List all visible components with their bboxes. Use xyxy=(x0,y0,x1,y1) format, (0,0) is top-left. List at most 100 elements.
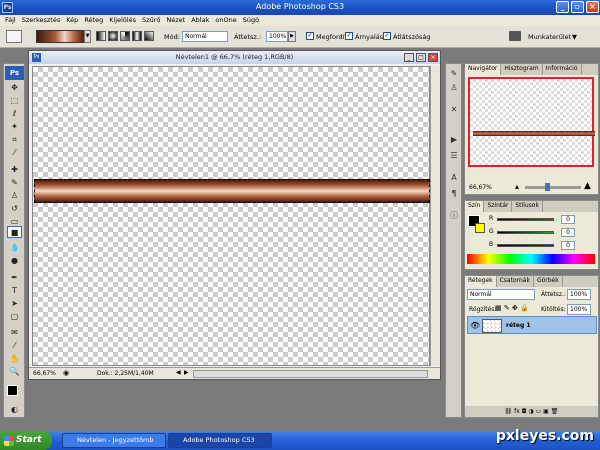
tab-layers[interactable]: Rétegek xyxy=(465,276,497,287)
history-brush-tool-icon[interactable]: ↺ xyxy=(7,203,22,215)
minimize-button[interactable]: _ xyxy=(556,1,569,13)
layer-name[interactable]: réteg 1 xyxy=(506,322,531,329)
opacity-slider-arrow-icon[interactable]: ▶ xyxy=(288,31,296,42)
lasso-tool-icon[interactable]: ℓ xyxy=(7,108,22,120)
tool-presets-panel-icon[interactable]: ✕ xyxy=(448,104,460,116)
eyedropper-sample-tool-icon[interactable]: ⁄ xyxy=(7,340,22,352)
document-maximize-button[interactable]: □ xyxy=(416,53,426,62)
navigator-zoom[interactable]: 66,67% xyxy=(469,184,492,191)
menu-window[interactable]: Ablak xyxy=(188,15,212,26)
close-button[interactable]: × xyxy=(586,1,599,13)
document-close-button[interactable]: × xyxy=(428,53,438,62)
brushes-panel-icon[interactable]: ✎ xyxy=(448,68,460,80)
history-panel-icon[interactable]: ☰ xyxy=(448,150,460,162)
zoom-tool-icon[interactable]: 🔍 xyxy=(7,366,22,378)
workspace-dropdown-icon[interactable]: ▼ xyxy=(572,33,577,41)
b-slider[interactable] xyxy=(497,244,554,247)
menu-edit[interactable]: Szerkesztés xyxy=(19,15,63,26)
menu-image[interactable]: Kép xyxy=(63,15,81,26)
tab-navigator[interactable]: Navigátor xyxy=(465,64,502,75)
marquee-tool-icon[interactable]: ⬚ xyxy=(7,95,22,107)
menu-layer[interactable]: Réteg xyxy=(81,15,106,26)
move-tool-icon[interactable]: ✥ xyxy=(7,82,22,94)
dodge-tool-icon[interactable]: ● xyxy=(7,255,22,267)
layer-opacity-field[interactable]: 100% xyxy=(567,289,591,300)
path-selection-tool-icon[interactable]: ➤ xyxy=(7,298,22,310)
type-tool-icon[interactable]: T xyxy=(7,285,22,297)
tab-styles[interactable]: Stílusok xyxy=(512,201,543,212)
b-value[interactable]: 0 xyxy=(561,241,575,250)
radial-gradient-button[interactable] xyxy=(108,31,118,41)
layer-style-icon[interactable]: fx xyxy=(514,408,520,415)
color-spectrum-bar[interactable] xyxy=(467,254,595,264)
color-background-swatch[interactable] xyxy=(475,223,485,233)
crop-tool-icon[interactable]: ⌗ xyxy=(7,134,22,146)
link-layers-icon[interactable]: ⛓ xyxy=(505,408,513,415)
status-info-icon[interactable]: ◉ xyxy=(63,369,69,377)
angle-gradient-button[interactable] xyxy=(120,31,130,41)
eyedropper-tool-icon[interactable]: ⁄ xyxy=(7,147,22,159)
menu-view[interactable]: Nézet xyxy=(163,15,188,26)
clone-source-panel-icon[interactable]: ♙ xyxy=(448,82,460,94)
tab-channels[interactable]: Csatornák xyxy=(497,276,534,287)
workspace-button[interactable]: Munkaterület xyxy=(528,33,571,41)
clone-stamp-tool-icon[interactable]: ♙ xyxy=(7,190,22,202)
linear-gradient-button[interactable] xyxy=(96,31,106,41)
mode-select[interactable]: Normál xyxy=(182,31,228,42)
gradient-tool-icon[interactable]: ■ xyxy=(7,226,22,238)
character-panel-icon[interactable]: A xyxy=(448,172,460,184)
zoom-slider[interactable] xyxy=(525,183,581,191)
layer-visibility-eye-icon[interactable]: 👁 xyxy=(470,321,480,330)
menu-onone[interactable]: onOne xyxy=(212,15,239,26)
menu-select[interactable]: Kijelölés xyxy=(106,15,139,26)
adjustment-layer-icon[interactable]: ◑ xyxy=(528,408,533,415)
gradient-dropdown-icon[interactable]: ▼ xyxy=(84,30,91,43)
menu-filter[interactable]: Szűrő xyxy=(139,15,163,26)
reverse-checkbox[interactable]: ✓ xyxy=(306,32,314,40)
navigator-preview[interactable] xyxy=(468,77,595,167)
brush-tool-icon[interactable]: ✎ xyxy=(7,177,22,189)
tab-info[interactable]: Információ xyxy=(543,64,582,75)
reflected-gradient-button[interactable] xyxy=(132,31,142,41)
quick-mask-icon[interactable]: ◐ xyxy=(7,404,22,416)
restore-button[interactable]: ▫ xyxy=(571,1,584,13)
info-panel-icon[interactable]: ⓘ xyxy=(448,210,460,222)
tab-histogram[interactable]: Hisztogram xyxy=(501,64,543,75)
g-slider[interactable] xyxy=(497,231,554,234)
delete-layer-icon[interactable]: 🗑 xyxy=(551,408,559,415)
zoom-slider-handle[interactable] xyxy=(545,183,550,191)
task-notepad[interactable]: Névtelen - Jegyzettömb xyxy=(62,433,166,448)
magic-wand-tool-icon[interactable]: ✦ xyxy=(7,121,22,133)
new-layer-icon[interactable]: ▣ xyxy=(543,408,549,415)
transparency-checkbox[interactable]: ✓ xyxy=(383,32,391,40)
healing-brush-tool-icon[interactable]: ✚ xyxy=(7,164,22,176)
document-minimize-button[interactable]: _ xyxy=(404,53,414,62)
g-value[interactable]: 0 xyxy=(561,228,575,237)
status-arrow-left-icon[interactable]: ◀ xyxy=(176,369,181,376)
tab-color[interactable]: Szín xyxy=(465,201,485,212)
r-slider[interactable] xyxy=(497,218,554,221)
add-mask-icon[interactable]: ◘ xyxy=(522,408,527,415)
notes-tool-icon[interactable]: ✉ xyxy=(7,327,22,339)
canvas[interactable] xyxy=(32,66,430,366)
tab-curves[interactable]: Görbék xyxy=(534,276,563,287)
menu-file[interactable]: Fájl xyxy=(2,15,19,26)
menu-help[interactable]: Súgó xyxy=(240,15,262,26)
layer-row[interactable]: 👁 réteg 1 xyxy=(467,316,597,334)
gradient-swatch[interactable] xyxy=(36,30,84,43)
blur-tool-icon[interactable]: 💧 xyxy=(7,242,22,254)
zoom-out-icon[interactable]: ▴ xyxy=(515,182,519,191)
status-arrow-right-icon[interactable]: ▶ xyxy=(184,369,189,376)
blend-mode-select[interactable]: Normál xyxy=(467,289,535,300)
actions-panel-icon[interactable]: ▶ xyxy=(448,134,460,146)
fill-field[interactable]: 100% xyxy=(567,304,591,315)
paragraph-panel-icon[interactable]: ¶ xyxy=(448,188,460,200)
diamond-gradient-button[interactable] xyxy=(144,31,154,41)
hand-tool-icon[interactable]: ✋ xyxy=(7,353,22,365)
shape-tool-icon[interactable]: ▢ xyxy=(7,311,22,323)
lock-pixels-icon[interactable]: ▦ ✎ ✥ 🔒 xyxy=(495,304,529,312)
r-value[interactable]: 0 xyxy=(561,215,575,224)
zoom-level[interactable]: 66,67% xyxy=(33,370,56,377)
dither-checkbox[interactable]: ✓ xyxy=(345,32,353,40)
tool-preset-picker[interactable] xyxy=(6,30,22,43)
